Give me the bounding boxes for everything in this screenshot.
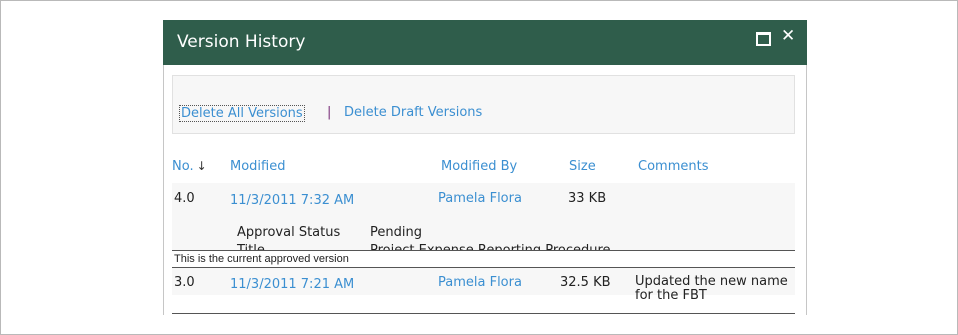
version-comment: Updated the new name for the FBT: [635, 274, 788, 303]
column-no-label[interactable]: No.: [172, 159, 194, 174]
column-header-comments[interactable]: Comments: [638, 159, 708, 174]
dialog-title: Version History: [177, 32, 306, 52]
close-icon[interactable]: ✕: [781, 26, 795, 46]
version-number: 3.0: [174, 275, 195, 290]
version-size: 33 KB: [568, 191, 607, 206]
version-modified-link[interactable]: 11/3/2011 7:32 AM: [230, 193, 354, 208]
version-modified-by-link[interactable]: Pamela Flora: [438, 191, 522, 206]
version-modified-link[interactable]: 11/3/2011 7:21 AM: [230, 277, 354, 292]
toolbar-separator: |: [327, 105, 332, 120]
version-number: 4.0: [174, 191, 195, 206]
row-divider: [172, 267, 795, 268]
detail-value-approval-status: Pending: [370, 225, 422, 240]
detail-label-approval-status: Approval Status: [237, 225, 341, 240]
dialog-titlebar: Version History ✕: [163, 20, 807, 65]
column-header-modified-by[interactable]: Modified By: [441, 159, 517, 174]
version-modified-by-link[interactable]: Pamela Flora: [438, 275, 522, 290]
dialog-content: Delete All Versions | Delete Draft Versi…: [163, 65, 807, 315]
current-version-note: This is the current approved version: [172, 251, 795, 267]
delete-draft-versions-link[interactable]: Delete Draft Versions: [344, 105, 482, 120]
version-toolbar: Delete All Versions | Delete Draft Versi…: [172, 75, 795, 134]
column-header-modified[interactable]: Modified: [230, 159, 285, 174]
column-header-size[interactable]: Size: [569, 159, 596, 174]
column-header-no[interactable]: No. ↓: [172, 159, 207, 174]
sort-descending-icon: ↓: [196, 159, 207, 173]
delete-all-versions-link[interactable]: Delete All Versions: [179, 105, 305, 122]
version-history-dialog: Version History ✕ Delete All Versions | …: [163, 20, 807, 315]
row-divider: [172, 313, 795, 314]
maximize-icon[interactable]: [756, 32, 771, 46]
version-size: 32.5 KB: [560, 275, 611, 290]
